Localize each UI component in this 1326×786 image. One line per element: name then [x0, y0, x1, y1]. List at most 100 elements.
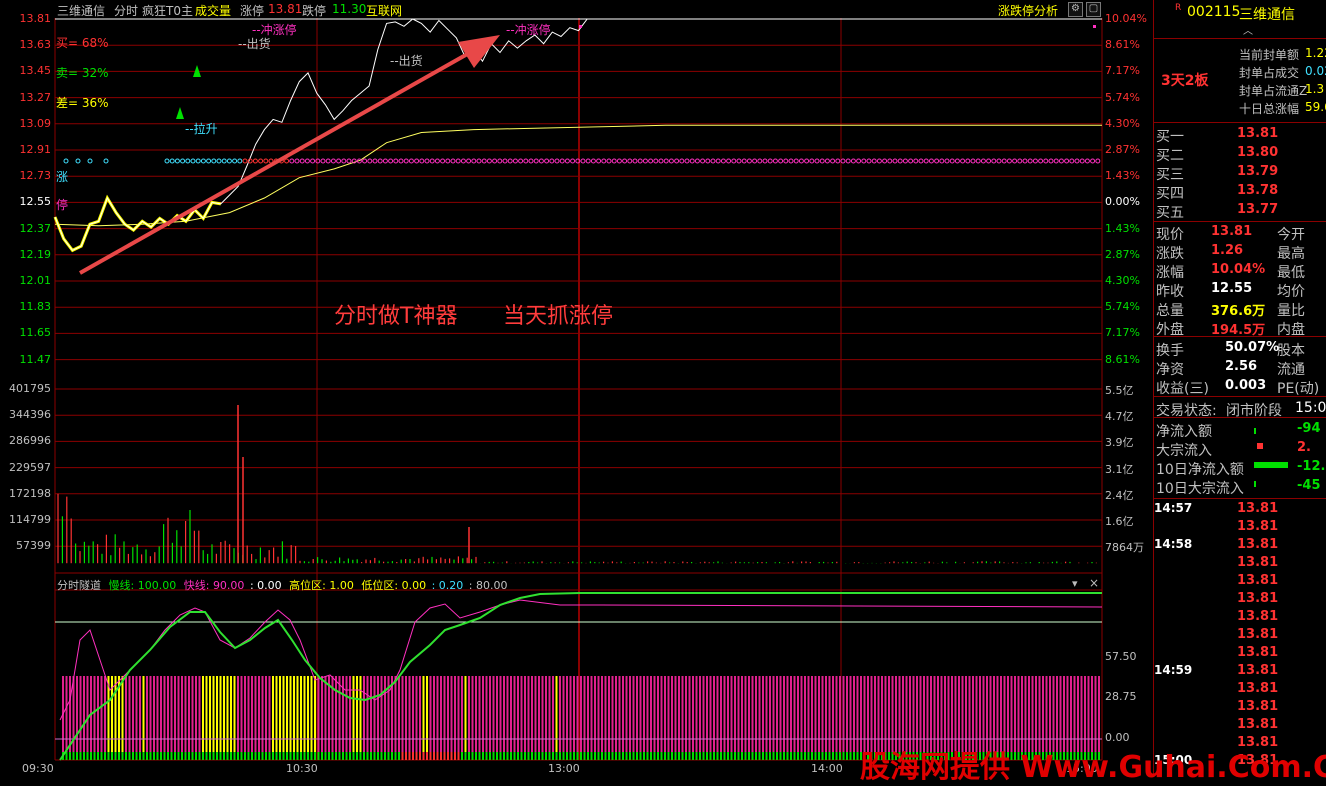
tick-row: 13.81: [1153, 572, 1326, 591]
buy-signal-icon: [176, 107, 184, 119]
price-tick-label: 12.55: [19, 195, 52, 209]
flow-bar-icon: [1257, 443, 1263, 449]
seal-row: 封单占流通Z 1.3: [1153, 81, 1326, 100]
signal-dot: [596, 158, 602, 164]
sell-note-1: --出货: [238, 37, 271, 51]
signal-dot: [975, 158, 981, 164]
signal-dot: [1012, 158, 1018, 164]
tick-row: 13.81: [1153, 608, 1326, 627]
signal-dot: [689, 158, 695, 164]
slow-line-label: 慢线:: [108, 579, 135, 592]
r-badge: R: [1175, 3, 1182, 13]
flow-label: 净流入额: [1156, 424, 1212, 440]
signal-dot: [232, 158, 238, 164]
fund-label: 换手: [1156, 343, 1184, 359]
signal-dot: [772, 158, 778, 164]
extra-value-1: : 0.20: [431, 579, 464, 592]
signal-dot: [512, 158, 518, 164]
signal-dot: [845, 158, 851, 164]
signal-dot: [611, 158, 617, 164]
pct-tick-label: 7.17%: [1105, 326, 1140, 340]
tick-price: 13.81: [1237, 681, 1279, 696]
quote-label: 涨跌: [1156, 246, 1184, 262]
bid-price: 13.80: [1237, 145, 1279, 160]
pct-tick-label: 7.17%: [1105, 64, 1140, 78]
amount-tick-label: 2.4亿: [1105, 488, 1134, 502]
fast-line-value: 90.00: [212, 579, 245, 592]
volume-tick-label: 114799: [9, 513, 51, 526]
signal-dot: [382, 158, 388, 164]
signal-dot: [346, 158, 352, 164]
signal-dot: [850, 158, 856, 164]
pull-up-note: --拉升: [185, 122, 218, 136]
sell-pct: 卖= 32%: [56, 66, 109, 80]
pct-tick-label: 10.04%: [1105, 12, 1147, 25]
signal-dot: [856, 158, 862, 164]
fund-label-2: 流通: [1277, 362, 1305, 378]
bid-price: 13.77: [1237, 202, 1279, 217]
signal-dot: [388, 158, 394, 164]
dropdown-icon[interactable]: ▾: [1072, 577, 1078, 590]
signal-dot: [710, 158, 716, 164]
flow-label: 10日大宗流入: [1156, 481, 1244, 497]
seal-row: 封单占成交 0.02: [1153, 63, 1326, 82]
bid-row: 买一 13.81: [1153, 125, 1326, 145]
pct-tick-label: 1.43%: [1105, 221, 1140, 235]
quote-row: 现价 13.81 今开: [1153, 223, 1326, 243]
pct-tick-label: 4.30%: [1105, 116, 1140, 130]
signal-dot: [679, 158, 685, 164]
signal-dot: [798, 158, 804, 164]
signal-dot: [991, 158, 997, 164]
bid-label: 买三: [1156, 167, 1184, 183]
tick-row: 13.81: [1153, 644, 1326, 663]
signal-dot: [861, 158, 867, 164]
stock-code: 002115: [1187, 4, 1241, 20]
tick-price: 13.81: [1237, 555, 1279, 570]
fund-row: 换手 50.07% 股本: [1153, 339, 1326, 359]
pct-tick-label: 1.43%: [1105, 169, 1140, 183]
quote-label-2: 今开: [1277, 227, 1305, 243]
signal-dot: [616, 158, 622, 164]
seal-value: 1.22: [1305, 46, 1326, 60]
tick-row: 13.81: [1153, 626, 1326, 645]
flow-row: 10日净流入额 -12.: [1153, 458, 1326, 478]
pct-tick-label: 2.87%: [1105, 247, 1140, 261]
price-tick-label: 12.73: [19, 169, 52, 183]
signal-dot: [1006, 158, 1012, 164]
signal-dot: [367, 158, 373, 164]
price-tick-label: 13.63: [19, 38, 52, 52]
pct-tick-label: 4.30%: [1105, 274, 1140, 287]
fund-value: 0.003: [1225, 378, 1267, 393]
tick-row: 13.81: [1153, 698, 1326, 717]
fund-label: 净资: [1156, 362, 1184, 378]
signal-dot: [507, 158, 513, 164]
signal-dot: [460, 158, 466, 164]
signal-dot: [923, 158, 929, 164]
tunnel-header: 分时隧道 慢线: 100.00 快线: 90.00 : 0.00 高位区: 1.…: [57, 577, 507, 593]
amount-tick-label: 7864万: [1105, 541, 1144, 555]
signal-dot: [466, 158, 472, 164]
seal-label: 封单占成交: [1239, 66, 1300, 80]
signal-dot: [840, 158, 846, 164]
signal-dot: [1017, 158, 1023, 164]
pct-tick-label: 8.61%: [1105, 38, 1140, 52]
signal-dot: [814, 158, 820, 164]
signal-dot: [606, 158, 612, 164]
flow-row: 大宗流入 2.: [1153, 439, 1326, 459]
bid-price: 13.81: [1237, 126, 1279, 141]
close-icon[interactable]: ×: [1089, 576, 1099, 590]
collapse-icon[interactable]: ︿: [1243, 22, 1253, 37]
signal-dot: [908, 158, 914, 164]
trade-status-time: 15:00: [1295, 400, 1326, 416]
price-tick-label: 12.91: [19, 143, 52, 156]
fund-value: 50.07%: [1225, 340, 1280, 355]
quote-label: 总量: [1156, 303, 1184, 319]
flow-bar-icon: [1254, 462, 1288, 468]
price-tick-label: 13.45: [19, 64, 52, 78]
signal-dot: [700, 158, 706, 164]
watermark: 股海网提供 Www.Guhai.Com.CN: [860, 750, 1326, 785]
limit-marker: [1093, 25, 1096, 28]
diff-pct: 差= 36%: [56, 96, 109, 110]
time-tick-label: 09:30: [22, 762, 54, 775]
signal-dot: [429, 158, 435, 164]
